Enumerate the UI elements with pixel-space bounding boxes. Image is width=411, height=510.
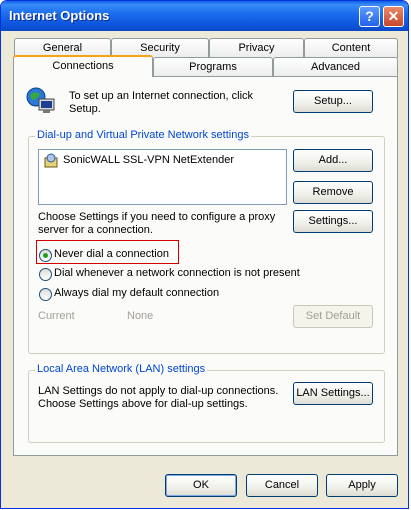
radio-never-dial[interactable] [39, 249, 52, 262]
vpn-connection-icon [44, 153, 58, 168]
list-item-label: SonicWALL SSL-VPN NetExtender [63, 154, 234, 166]
setup-text-line2: Setup. [69, 103, 101, 115]
setup-button[interactable]: Setup... [293, 90, 373, 113]
settings-button[interactable]: Settings... [293, 210, 373, 233]
remove-button[interactable]: Remove [293, 181, 373, 204]
radio-dial-whenever[interactable] [39, 268, 52, 281]
radio-always-dial[interactable] [39, 288, 52, 301]
lan-settings-button[interactable]: LAN Settings... [293, 382, 373, 405]
tab-advanced[interactable]: Advanced [273, 57, 398, 77]
connections-panel: To set up an Internet connection, click … [13, 76, 398, 456]
apply-button[interactable]: Apply [326, 474, 398, 497]
lan-group-legend: Local Area Network (LAN) settings [35, 363, 208, 375]
tab-programs[interactable]: Programs [153, 57, 273, 77]
settings-text-line2: server for a connection. [38, 224, 153, 236]
current-label: Current [38, 310, 75, 322]
setup-text-line1: To set up an Internet connection, click [69, 90, 254, 102]
connection-listbox[interactable]: SonicWALL SSL-VPN NetExtender [38, 149, 287, 205]
lan-text-line2: Choose Settings above for dial-up settin… [38, 398, 248, 410]
radio-dial-whenever-label[interactable]: Dial whenever a network connection is no… [54, 267, 300, 279]
settings-text-line1: Choose Settings if you need to configure… [38, 211, 276, 223]
help-button[interactable]: ? [359, 6, 380, 27]
ok-button[interactable]: OK [165, 474, 237, 497]
tab-content[interactable]: Content [304, 38, 398, 58]
close-button[interactable]: ✕ [383, 6, 404, 27]
current-value: None [127, 310, 154, 322]
lan-text-line1: LAN Settings do not apply to dial-up con… [38, 385, 279, 397]
tab-connections[interactable]: Connections [13, 55, 153, 77]
radio-never-dial-label[interactable]: Never dial a connection [54, 248, 169, 260]
dialup-group-legend: Dial-up and Virtual Private Network sett… [35, 129, 251, 141]
tab-privacy[interactable]: Privacy [209, 38, 304, 58]
set-default-button[interactable]: Set Default [293, 305, 373, 328]
radio-always-dial-label[interactable]: Always dial my default connection [54, 287, 219, 299]
internet-options-window: Internet Options ? ✕ General Security Pr… [0, 0, 409, 509]
title-bar[interactable]: Internet Options ? ✕ [1, 1, 408, 31]
add-button[interactable]: Add... [293, 149, 373, 172]
network-globe-icon [26, 87, 55, 113]
cancel-button[interactable]: Cancel [246, 474, 318, 497]
window-title: Internet Options [9, 8, 110, 23]
